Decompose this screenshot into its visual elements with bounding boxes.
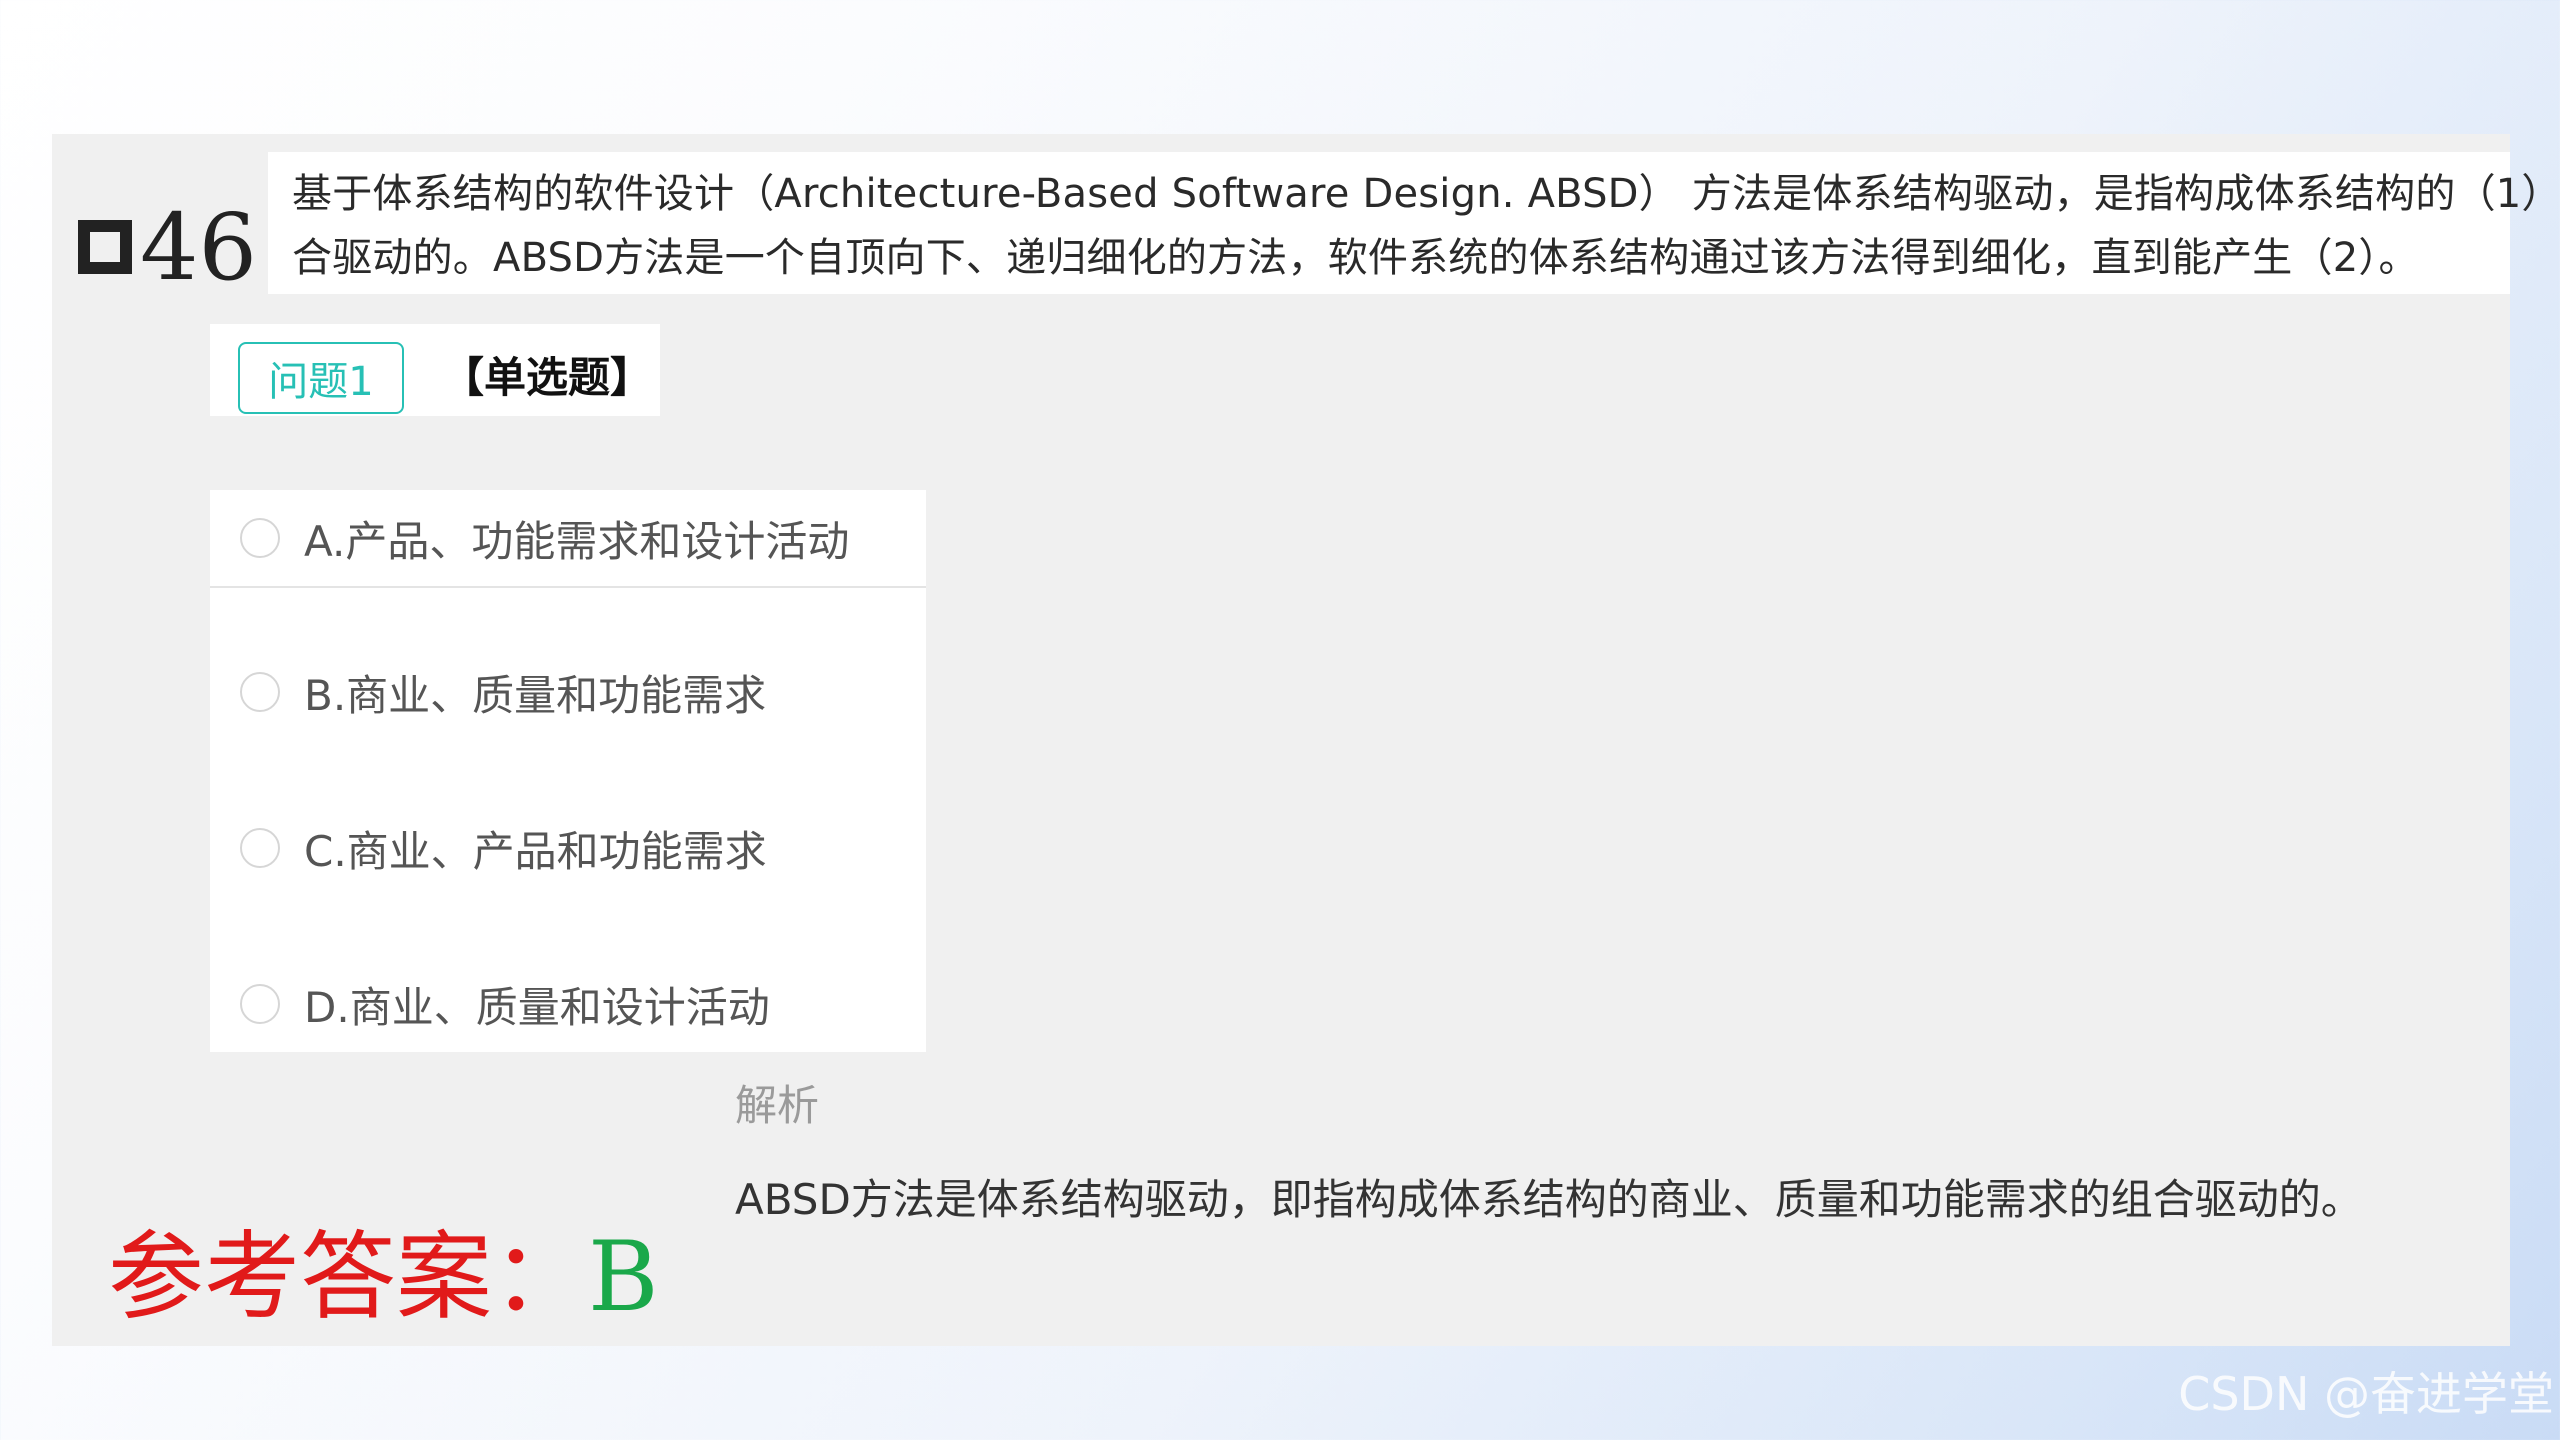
reference-answer-value: B (588, 1221, 659, 1333)
option-a-label: A.产品、功能需求和设计活动 (304, 516, 850, 566)
question-stem-line-2: 合驱动的。ABSD方法是一个自顶向下、递归细化的方法，软件系统的体系结构通过该方… (292, 235, 2419, 281)
question-number: 46 (78, 192, 257, 302)
option-c-label: C.商业、产品和功能需求 (304, 826, 767, 876)
option-d[interactable]: D.商业、质量和设计活动 (210, 956, 926, 1052)
question-stem-line-1: 基于体系结构的软件设计（Architecture-Based Software … (292, 171, 2560, 217)
radio-icon[interactable] (240, 984, 280, 1024)
question-number-text: 46 (140, 193, 258, 301)
option-a[interactable]: A.产品、功能需求和设计活动 (210, 490, 926, 588)
reference-answer-label: 参考答案： (108, 1221, 588, 1333)
option-d-label: D.商业、质量和设计活动 (304, 982, 770, 1032)
radio-icon[interactable] (240, 828, 280, 868)
option-b-label: B.商业、质量和功能需求 (304, 670, 767, 720)
analysis-text: ABSD方法是体系结构驱动，即指构成体系结构的商业、质量和功能需求的组合驱动的。 (735, 1175, 2363, 1224)
option-c[interactable]: C.商业、产品和功能需求 (210, 800, 926, 896)
question-stem: 基于体系结构的软件设计（Architecture-Based Software … (268, 152, 2560, 294)
radio-icon[interactable] (240, 672, 280, 712)
question-checkbox-icon (78, 220, 132, 274)
question-tag-row: 问题1 【单选题】 (210, 324, 660, 416)
radio-icon[interactable] (240, 518, 280, 558)
analysis-title: 解析 (735, 1081, 820, 1130)
options-list: A.产品、功能需求和设计活动 B.商业、质量和功能需求 C.商业、产品和功能需求… (210, 490, 926, 1052)
reference-answer: 参考答案：B (108, 1222, 659, 1332)
option-b[interactable]: B.商业、质量和功能需求 (210, 644, 926, 740)
question-type-label: 【单选题】 (442, 353, 653, 402)
question-tab[interactable]: 问题1 (238, 342, 404, 414)
watermark: CSDN @奋进学堂 (2178, 1367, 2554, 1421)
